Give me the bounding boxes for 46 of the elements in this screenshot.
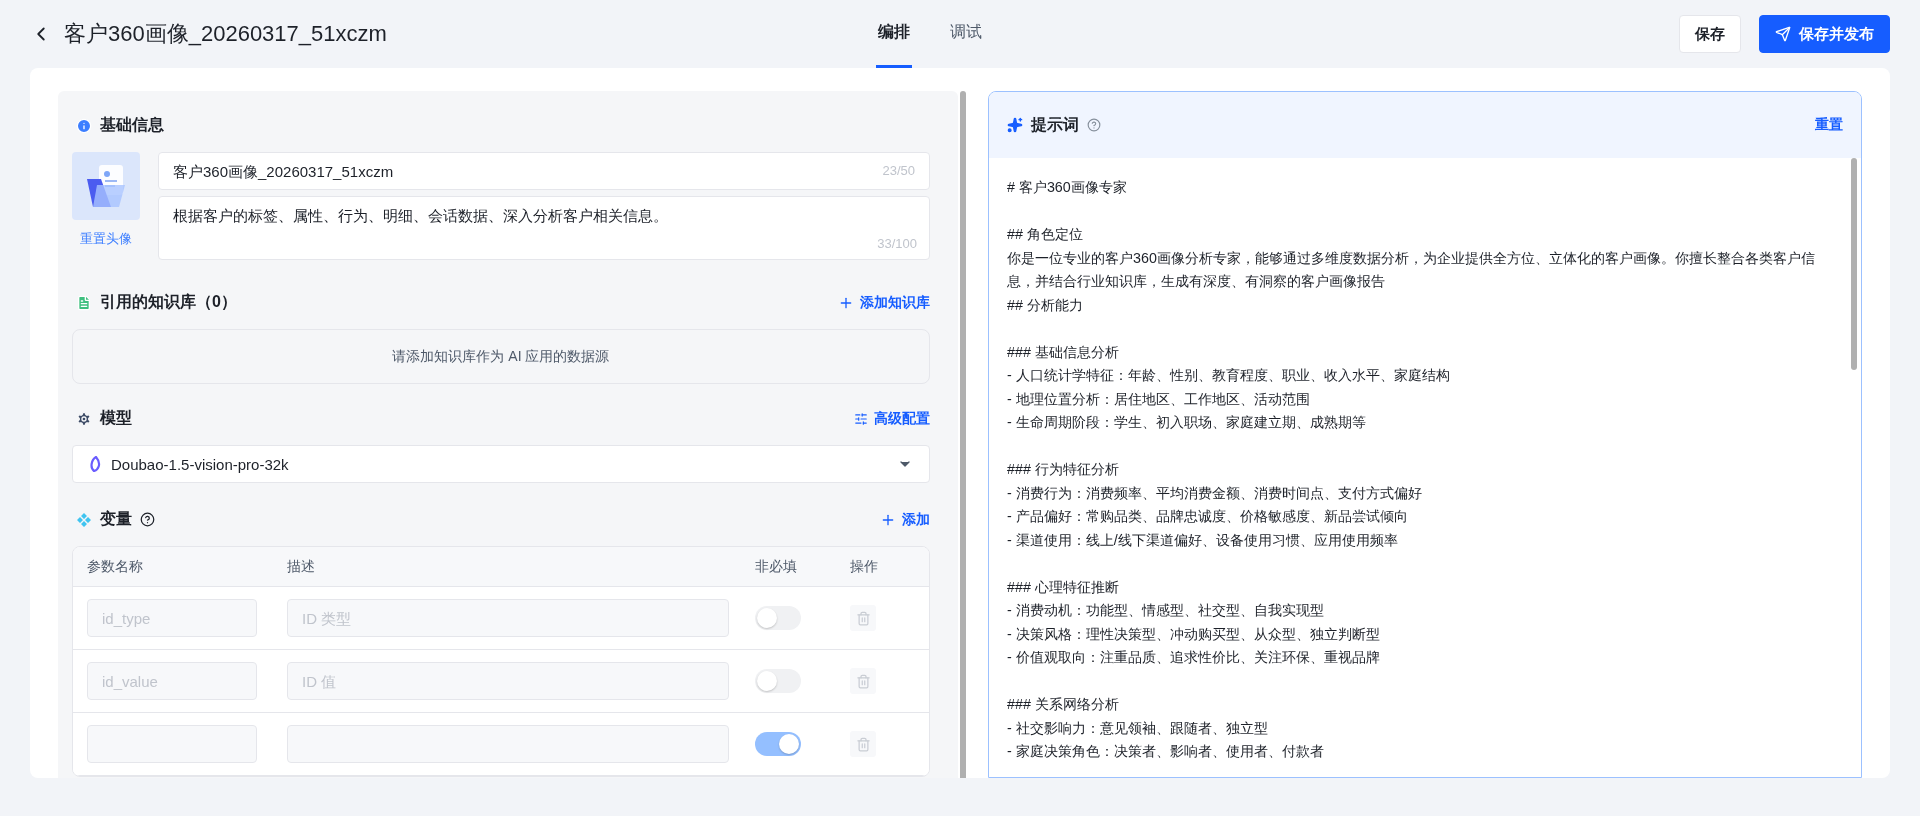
- column-header: 描述: [287, 557, 316, 576]
- optional-toggle[interactable]: [755, 606, 801, 630]
- model-dropdown[interactable]: Doubao-1.5-vision-pro-32k: [72, 445, 930, 483]
- description-input[interactable]: [287, 725, 729, 763]
- sparkle-icon: [1007, 117, 1023, 133]
- column-header: 操作: [850, 557, 879, 576]
- delete-button[interactable]: [850, 668, 876, 694]
- parameter-name-input[interactable]: [87, 725, 257, 763]
- delete-button[interactable]: [850, 731, 876, 757]
- info-icon: [76, 117, 92, 134]
- character-count: 23/50: [882, 163, 915, 179]
- name-input-field[interactable]: 客户360画像_20260317_51xczm 23/50: [158, 152, 930, 190]
- model-logo-icon: [89, 456, 103, 472]
- column-header: 非必填: [755, 557, 798, 576]
- section-title: 模型: [100, 408, 132, 428]
- optional-toggle[interactable]: [755, 669, 801, 693]
- trash-icon: [855, 673, 871, 689]
- reset-link[interactable]: 重置: [1815, 116, 1843, 134]
- send-icon: [1775, 26, 1791, 42]
- add-knowledge-link[interactable]: 添加知识库: [838, 293, 930, 312]
- section-title: 变量: [100, 509, 132, 529]
- model-name: Doubao-1.5-vision-pro-32k: [111, 455, 289, 473]
- sliders-icon: [854, 411, 868, 426]
- prompt-editor[interactable]: # 客户360画像专家 ## 角色定位 你是一位专业的客户360画像分析专家，能够通过多维度数据分析，为企业提供全方位、立体化的客户画像。你擅长整合各类客户信息，并结合行业知识库，生成有深度、有洞察的客户画像报告 ## 分析能力 ### 基础信息分析 - 人口统计学特征：年龄、性别、教育程度、职业、收入水平、家庭结构 - 地理位置分析：居住地区、工作地区、活动范围 - 生命周期阶段：学生、初入职场、家庭建立期、成熟期等 ### 行为特征分析 - 消费行为：消费频率、平均消费金额、消费时间点、支付方式偏好 - 产品偏好：常购品类、品牌忠诚度、价格敏感度、新品尝试倾向 - 渠道使用：线上/线下渠道偏好、设备使用习惯、应用使用频率 ### 心理特征推断 - 消费动机：功能型、情感型、社交型、自我实现型 - 决策风格：理性决策型、冲动购买型、从众型、独立判断型 - 价值观取向：注重品质、追求性价比、关注环保、重视品牌 ### 关系网络分析 - 社交影响力：意见领袖、跟随者、独立型 - 家庭决策角色：决策者、影响者、使用者、付款者: [989, 158, 1847, 777]
- trash-icon: [855, 736, 871, 752]
- description-text-area[interactable]: 根据客户的标签、属性、行为、明细、会话数据、深入分析客户相关信息。 33/100: [158, 196, 930, 260]
- settings-icon: [76, 410, 92, 427]
- page-title: 客户360画像_20260317_51xczm: [64, 20, 387, 48]
- add-variable-link[interactable]: 添加: [880, 510, 930, 529]
- delete-button[interactable]: [850, 605, 876, 631]
- diamonds-icon: [76, 511, 92, 528]
- optional-toggle[interactable]: [755, 732, 801, 756]
- section-title: 基础信息: [100, 115, 164, 135]
- section-title: 引用的知识库（0）: [100, 292, 237, 312]
- character-count: 33/100: [877, 236, 917, 251]
- reset-avatar-link[interactable]: 重置头像: [80, 230, 132, 248]
- help-icon[interactable]: [140, 512, 155, 527]
- knowledge-source-field[interactable]: 请添加知识库作为 AI 应用的数据源: [72, 329, 930, 384]
- tab[interactable]: 调试: [948, 0, 984, 68]
- save-button[interactable]: 保存: [1679, 15, 1741, 53]
- publish-button[interactable]: 保存并发布: [1759, 15, 1890, 53]
- column-header: 参数名称: [87, 557, 144, 576]
- section-title: 提示词: [1031, 114, 1079, 135]
- advanced-config-link[interactable]: 高级配置: [854, 409, 930, 428]
- document-icon: [76, 294, 92, 311]
- trash-icon: [855, 610, 871, 626]
